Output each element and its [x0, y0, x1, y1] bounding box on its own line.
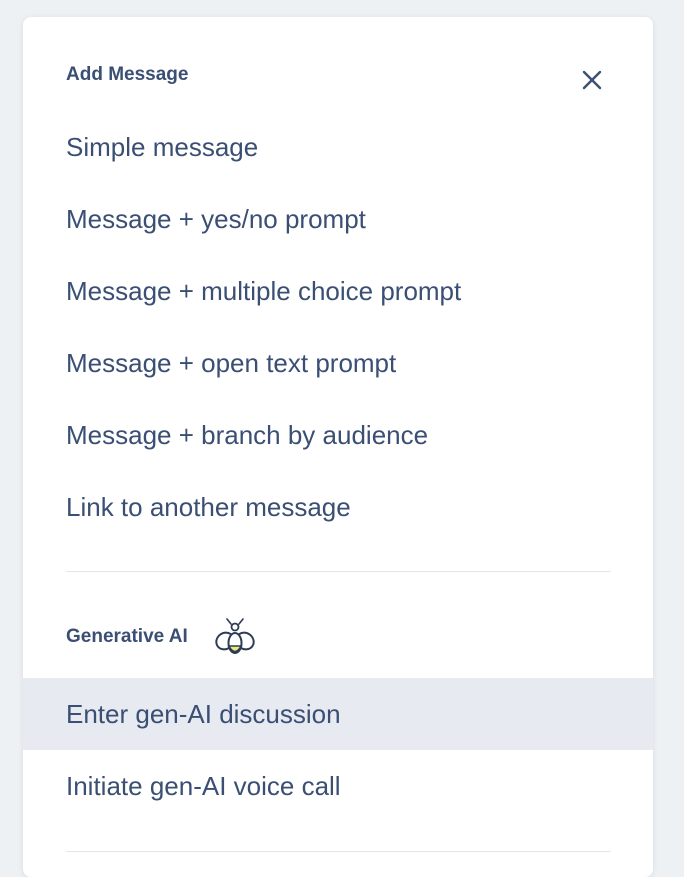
menu-item-open-text-prompt[interactable]: Message + open text prompt — [23, 327, 653, 399]
bee-icon — [215, 618, 255, 654]
add-message-panel: Add Message Simple message Message + yes… — [23, 17, 653, 877]
menu-item-multiple-choice-prompt[interactable]: Message + multiple choice prompt — [23, 255, 653, 327]
section-divider — [66, 851, 611, 852]
section-divider — [66, 571, 611, 572]
menu-item-branch-by-audience[interactable]: Message + branch by audience — [23, 399, 653, 471]
menu-item-link-to-message[interactable]: Link to another message — [23, 471, 653, 543]
close-button[interactable] — [577, 65, 607, 95]
close-icon — [582, 70, 602, 90]
menu-item-initiate-gen-ai-voice-call[interactable]: Initiate gen-AI voice call — [23, 750, 653, 822]
menu-item-enter-gen-ai-discussion[interactable]: Enter gen-AI discussion — [23, 678, 653, 750]
panel-title: Add Message — [66, 64, 189, 85]
generative-ai-heading: Generative AI — [66, 626, 188, 647]
menu-item-yes-no-prompt[interactable]: Message + yes/no prompt — [23, 183, 653, 255]
menu-item-simple-message[interactable]: Simple message — [23, 111, 653, 183]
